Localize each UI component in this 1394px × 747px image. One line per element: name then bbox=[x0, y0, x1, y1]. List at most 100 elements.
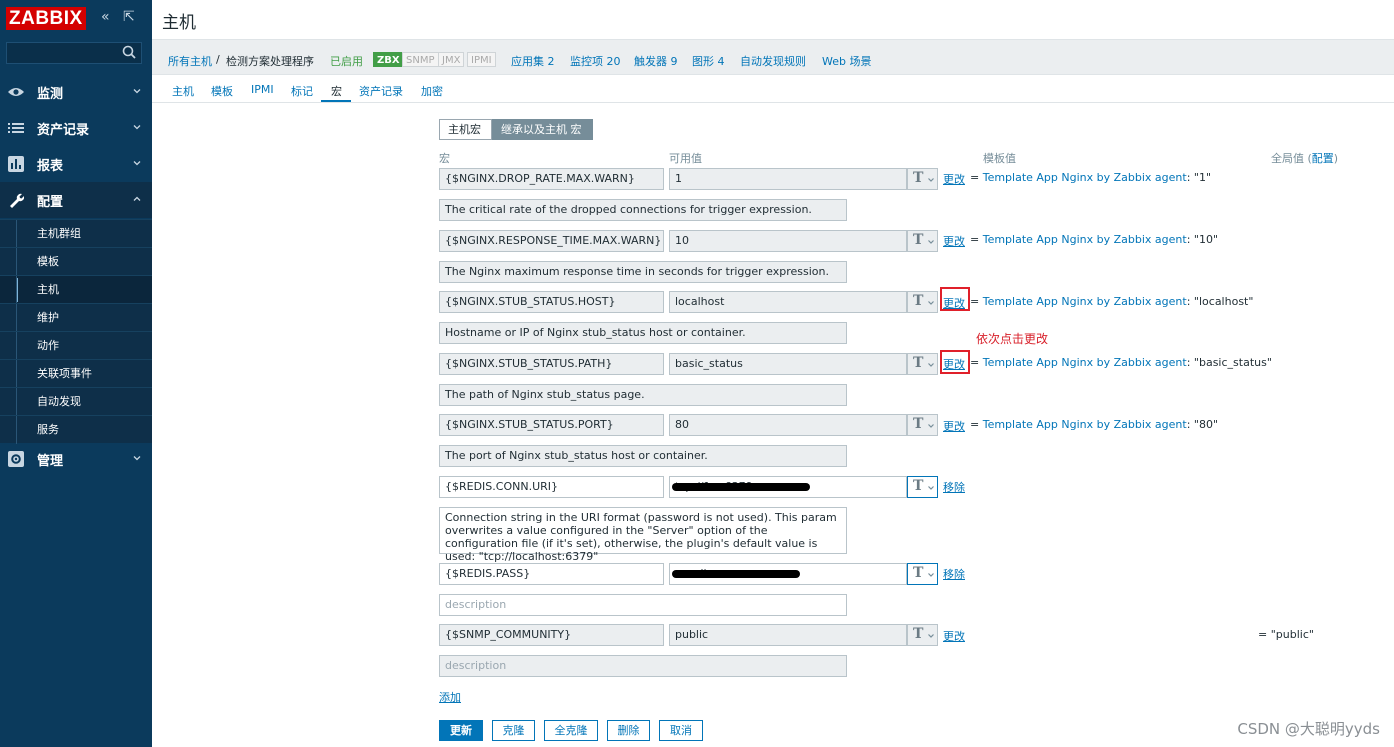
template-value: = Template App Nginx by Zabbix agent: "8… bbox=[970, 418, 1218, 431]
macro-description-input[interactable]: description bbox=[439, 594, 847, 616]
collapse-sidebar-icon[interactable]: « bbox=[101, 9, 110, 25]
value-type-dropdown[interactable]: T bbox=[907, 563, 938, 585]
tab-macros[interactable]: 宏 bbox=[331, 83, 342, 99]
nav-web-scenarios[interactable]: Web 场景 bbox=[822, 53, 871, 69]
submenu-discovery[interactable]: 自动发现 bbox=[0, 387, 152, 416]
template-link[interactable]: Template App Nginx by Zabbix agent bbox=[983, 233, 1187, 246]
nav-applications[interactable]: 应用集 2 bbox=[511, 53, 555, 69]
nav-graphs[interactable]: 图形 4 bbox=[692, 53, 725, 69]
annotation-note: 依次点击更改 bbox=[976, 332, 1049, 346]
eye-icon bbox=[7, 83, 25, 101]
sidebar: ZABBIX « ⇱ 监测 资产记录 报表 配置 主机群组 模板 主机 维护 动… bbox=[0, 0, 152, 747]
change-macro-link[interactable]: 更改 bbox=[943, 628, 965, 644]
column-global-label: 全局值 ( bbox=[1271, 152, 1312, 165]
template-value: = Template App Nginx by Zabbix agent: "b… bbox=[970, 356, 1272, 369]
chevron-down-icon bbox=[928, 573, 934, 577]
clone-button[interactable]: 克隆 bbox=[492, 720, 535, 741]
nav-discovery-rules[interactable]: 自动发现规则 bbox=[740, 53, 806, 69]
submenu-templates[interactable]: 模板 bbox=[0, 247, 152, 276]
value-type-dropdown[interactable]: T bbox=[907, 230, 938, 252]
remove-macro-link[interactable]: 移除 bbox=[943, 566, 965, 582]
jmx-availability-badge: JMX bbox=[438, 52, 465, 67]
chevron-down-icon bbox=[928, 240, 934, 244]
text-type-icon: T bbox=[913, 170, 924, 186]
wrench-icon bbox=[7, 191, 25, 209]
update-button[interactable]: 更新 bbox=[439, 720, 483, 741]
host-macros-toggle[interactable]: 主机宏 bbox=[439, 119, 492, 140]
macro-name-input[interactable]: {$REDIS.CONN.URI} bbox=[439, 476, 664, 498]
highlight-box bbox=[940, 287, 970, 311]
submenu-services[interactable]: 服务 bbox=[0, 415, 152, 444]
zabbix-logo[interactable]: ZABBIX bbox=[6, 7, 86, 30]
remove-macro-link[interactable]: 移除 bbox=[943, 479, 965, 495]
template-link[interactable]: Template App Nginx by Zabbix agent bbox=[983, 295, 1187, 308]
menu-administration[interactable]: 管理 bbox=[0, 441, 152, 477]
macro-name-field: {$SNMP_COMMUNITY} bbox=[439, 624, 664, 646]
submenu-maintenance[interactable]: 维护 bbox=[0, 303, 152, 332]
menu-reports[interactable]: 报表 bbox=[0, 146, 152, 182]
template-macro-value: : "localhost" bbox=[1186, 295, 1254, 308]
value-type-dropdown[interactable]: T bbox=[907, 291, 938, 313]
equals-sign: = bbox=[970, 418, 980, 431]
nav-triggers[interactable]: 触发器 9 bbox=[634, 53, 678, 69]
tab-ipmi[interactable]: IPMI bbox=[251, 83, 274, 96]
submenu-actions[interactable]: 动作 bbox=[0, 331, 152, 360]
template-value: = Template App Nginx by Zabbix agent: "l… bbox=[970, 295, 1253, 308]
change-macro-link[interactable]: 更改 bbox=[943, 171, 965, 187]
template-link[interactable]: Template App Nginx by Zabbix agent bbox=[983, 418, 1187, 431]
page-title: 主机 bbox=[162, 13, 196, 33]
change-macro-link[interactable]: 更改 bbox=[943, 418, 965, 434]
column-template-value: 模板值 bbox=[983, 152, 1016, 165]
nav-items[interactable]: 监控项 20 bbox=[570, 53, 621, 69]
snmp-availability-badge: SNMP bbox=[402, 52, 439, 67]
inherited-macros-toggle[interactable]: 继承以及主机 宏 bbox=[492, 119, 593, 140]
add-macro-link[interactable]: 添加 bbox=[439, 689, 461, 705]
macro-name-input[interactable]: {$REDIS.PASS} bbox=[439, 563, 664, 585]
ipmi-availability-badge: IPMI bbox=[467, 52, 496, 67]
value-type-dropdown[interactable]: T bbox=[907, 476, 938, 498]
full-clone-button[interactable]: 全克隆 bbox=[544, 720, 598, 741]
template-link[interactable]: Template App Nginx by Zabbix agent bbox=[983, 171, 1187, 184]
column-macro: 宏 bbox=[439, 152, 450, 165]
text-type-icon: T bbox=[913, 626, 924, 642]
gear-icon bbox=[7, 450, 25, 468]
tab-templates[interactable]: 模板 bbox=[211, 83, 233, 99]
cancel-button[interactable]: 取消 bbox=[659, 720, 703, 741]
menu-label: 报表 bbox=[37, 158, 64, 174]
change-macro-link[interactable]: 更改 bbox=[943, 233, 965, 249]
tab-inventory[interactable]: 资产记录 bbox=[359, 83, 403, 99]
tab-tags[interactable]: 标记 bbox=[291, 83, 313, 99]
submenu-hosts[interactable]: 主机 bbox=[0, 275, 152, 304]
tab-encryption[interactable]: 加密 bbox=[421, 83, 443, 99]
host-status-enabled[interactable]: 已启用 bbox=[330, 53, 363, 69]
kiosk-mode-icon[interactable]: ⇱ bbox=[123, 9, 135, 25]
chevron-up-icon bbox=[133, 196, 141, 201]
text-type-icon: T bbox=[913, 478, 924, 494]
submenu-host-groups[interactable]: 主机群组 bbox=[0, 219, 152, 248]
submenu-event-correlation[interactable]: 关联项事件 bbox=[0, 359, 152, 388]
template-macro-value: : "1" bbox=[1186, 171, 1212, 184]
value-type-dropdown[interactable]: T bbox=[907, 353, 938, 375]
template-link[interactable]: Template App Nginx by Zabbix agent bbox=[983, 356, 1187, 369]
tab-host[interactable]: 主机 bbox=[172, 83, 194, 99]
breadcrumb-all-hosts[interactable]: 所有主机 bbox=[168, 53, 212, 69]
delete-button[interactable]: 删除 bbox=[607, 720, 650, 741]
chevron-down-icon bbox=[928, 634, 934, 638]
global-config-link[interactable]: 配置 bbox=[1312, 152, 1334, 165]
macro-description-input[interactable]: Connection string in the URI format (pas… bbox=[439, 507, 847, 563]
value-type-dropdown[interactable]: T bbox=[907, 414, 938, 436]
value-type-dropdown[interactable]: T bbox=[907, 624, 938, 646]
equals-sign: = bbox=[970, 171, 980, 184]
template-macro-value: : "80" bbox=[1186, 418, 1219, 431]
menu-configuration[interactable]: 配置 bbox=[0, 182, 152, 218]
menu-inventory[interactable]: 资产记录 bbox=[0, 110, 152, 146]
configuration-submenu: 主机群组 模板 主机 维护 动作 关联项事件 自动发现 服务 bbox=[0, 219, 152, 444]
menu-monitoring[interactable]: 监测 bbox=[0, 74, 152, 110]
redaction-scribble bbox=[672, 483, 810, 491]
search-icon[interactable] bbox=[122, 45, 136, 59]
sidebar-search-input[interactable] bbox=[6, 42, 142, 64]
redaction-scribble bbox=[672, 570, 800, 578]
value-type-dropdown[interactable]: T bbox=[907, 168, 938, 190]
host-tabs: 主机 模板 IPMI 标记 宏 资产记录 加密 bbox=[152, 76, 1394, 103]
breadcrumb-current-host[interactable]: 检测方案处理程序 bbox=[226, 53, 314, 69]
